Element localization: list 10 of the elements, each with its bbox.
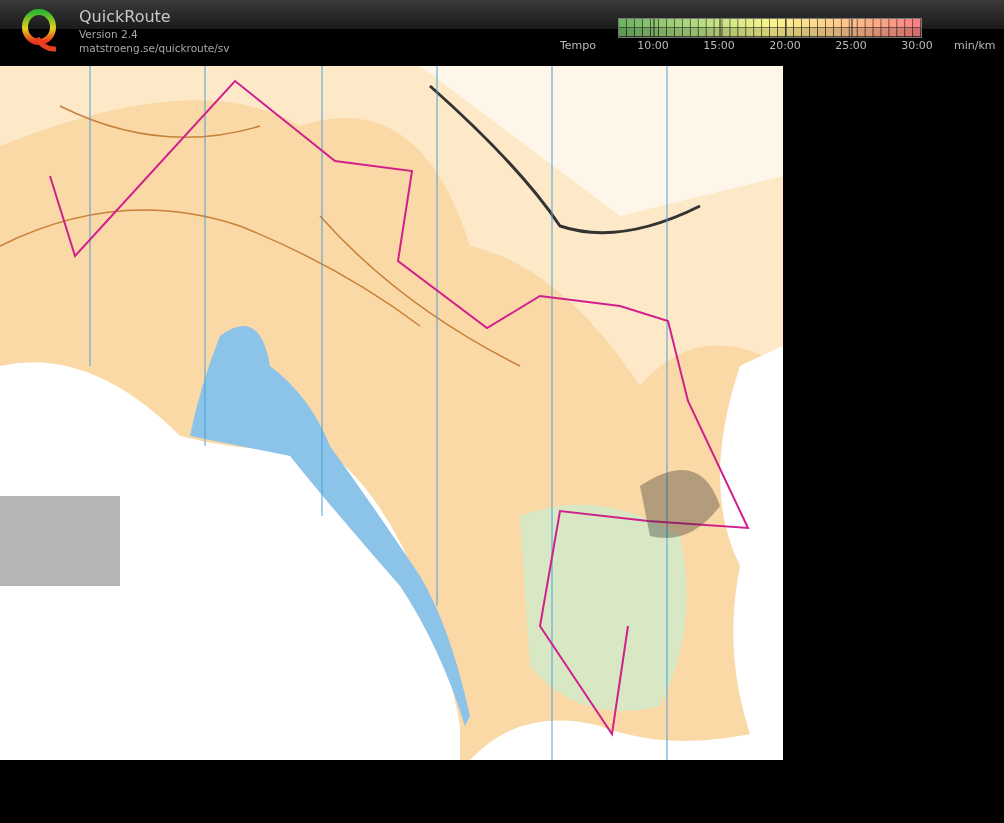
- tick-label: 10:00: [636, 39, 670, 53]
- tempo-label: Tempo: [560, 39, 598, 53]
- tick-label: 20:00: [768, 39, 802, 53]
- tick-label: 30:00: [900, 39, 934, 53]
- url-text: matstroeng.se/quickroute/sv: [79, 41, 230, 55]
- version-text: Version 2.4: [79, 27, 139, 41]
- tick-label: 15:00: [702, 39, 736, 53]
- unit-label: min/km: [954, 39, 996, 53]
- app-title: QuickRoute: [79, 7, 172, 27]
- tick-label: 25:00: [834, 39, 868, 53]
